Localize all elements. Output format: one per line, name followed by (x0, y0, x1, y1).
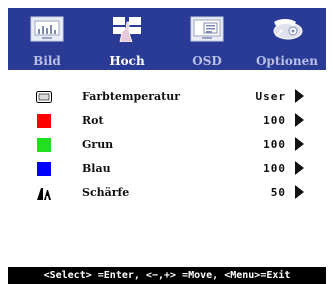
blue-square-icon (37, 162, 51, 176)
row-rot[interactable]: Rot 100 (8, 110, 326, 134)
row-label-grun: Grun (82, 138, 114, 151)
arrow-right-icon[interactable] (295, 113, 304, 127)
row-value-schaerfe: 50 (270, 186, 286, 199)
tab-bild[interactable]: Bild (12, 8, 82, 70)
arrow-right-icon[interactable] (295, 137, 304, 151)
row-value-farbtemperatur: User (255, 90, 286, 103)
picture-icon (30, 16, 64, 42)
row-label-farbtemperatur: Farbtemperatur (82, 90, 181, 103)
advanced-hand-icon (113, 17, 141, 42)
tab-hoch[interactable]: Hoch (92, 8, 162, 70)
arrow-right-icon[interactable] (295, 185, 304, 199)
row-label-rot: Rot (82, 114, 104, 127)
row-schaerfe[interactable]: Schärfe 50 (8, 182, 326, 206)
arrow-right-icon[interactable] (295, 161, 304, 175)
tab-label-osd: OSD (192, 54, 222, 68)
key-hint-bar: <Select> =Enter, <−,+> =Move, <Menu>=Exi… (8, 267, 326, 284)
row-value-grun: 100 (263, 138, 286, 151)
tab-optionen[interactable]: Optionen (252, 8, 322, 70)
color-temperature-icon (36, 91, 52, 103)
arrow-right-icon[interactable] (295, 89, 304, 103)
row-label-blau: Blau (82, 162, 111, 175)
tab-osd[interactable]: OSD (172, 8, 242, 70)
osd-screen-icon (190, 16, 224, 42)
green-square-icon (37, 138, 51, 152)
options-hand-icon (273, 19, 303, 40)
sharpness-icon (37, 188, 51, 200)
row-blau[interactable]: Blau 100 (8, 158, 326, 182)
tab-bar: Bild Hoch OSD Optionen (8, 8, 326, 70)
row-farbtemperatur[interactable]: Farbtemperatur User (8, 86, 326, 110)
tab-label-optionen: Optionen (255, 54, 319, 68)
tab-label-hoch: Hoch (109, 54, 145, 68)
row-value-rot: 100 (263, 114, 286, 127)
red-square-icon (37, 114, 51, 128)
osd-menu: Bild Hoch OSD Optionen Farbtemperatur Us… (0, 0, 333, 284)
row-label-schaerfe: Schärfe (82, 186, 130, 199)
row-value-blau: 100 (263, 162, 286, 175)
tab-label-bild: Bild (33, 54, 61, 68)
row-grun[interactable]: Grun 100 (8, 134, 326, 158)
